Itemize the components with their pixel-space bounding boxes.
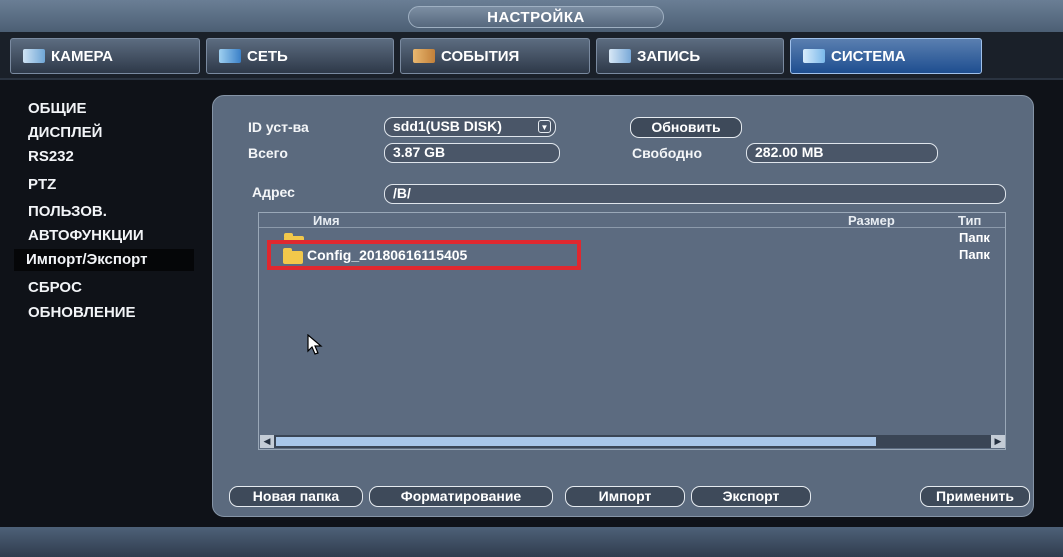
events-icon	[413, 49, 435, 63]
tab-record[interactable]: ЗАПИСЬ	[596, 38, 784, 74]
highlight-box	[267, 240, 581, 270]
import-button[interactable]: Импорт	[565, 486, 685, 507]
refresh-button[interactable]: Обновить	[630, 117, 742, 138]
device-id-select[interactable]: sdd1(USB DISK) ▼	[384, 117, 556, 137]
column-type-header[interactable]: Тип	[958, 213, 981, 228]
sidebar-item-import-export[interactable]: Импорт/Экспорт	[14, 249, 194, 271]
sidebar-item-update[interactable]: ОБНОВЛЕНИЕ	[28, 302, 136, 324]
format-button[interactable]: Форматирование	[369, 486, 553, 507]
row-type: Папк	[959, 230, 990, 245]
tab-label: ЗАПИСЬ	[637, 47, 701, 65]
device-id-label: ID уст-ва	[248, 119, 309, 135]
sidebar-item-general[interactable]: ОБЩИЕ	[28, 98, 87, 120]
apply-button[interactable]: Применить	[920, 486, 1030, 507]
device-id-value: sdd1(USB DISK)	[393, 118, 502, 134]
tab-events[interactable]: СОБЫТИЯ	[400, 38, 590, 74]
column-size-header[interactable]: Размер	[848, 213, 895, 228]
scrollbar-thumb[interactable]	[276, 437, 876, 446]
sidebar-item-ptz[interactable]: PTZ	[28, 174, 56, 196]
address-field[interactable]: /B/	[384, 184, 1006, 204]
new-folder-button[interactable]: Новая папка	[229, 486, 363, 507]
address-label: Адрес	[252, 184, 295, 200]
tab-label: СЕТЬ	[247, 47, 288, 65]
total-label: Всего	[248, 145, 288, 161]
network-icon	[219, 49, 241, 63]
header-divider	[259, 227, 1005, 228]
free-value: 282.00 MB	[746, 143, 938, 163]
chevron-down-icon: ▼	[538, 120, 551, 133]
scroll-left-icon[interactable]: ◀	[260, 435, 274, 448]
column-name-header[interactable]: Имя	[313, 213, 340, 228]
cursor-icon	[307, 334, 323, 355]
record-icon	[609, 49, 631, 63]
tab-camera[interactable]: КАМЕРА	[10, 38, 200, 74]
sidebar-item-reset[interactable]: СБРОС	[28, 277, 82, 299]
tab-label: СИСТЕМА	[831, 47, 906, 65]
sidebar-item-autofunctions[interactable]: АВТОФУНКЦИИ	[28, 225, 144, 247]
window-title: НАСТРОЙКА	[408, 6, 664, 28]
export-button[interactable]: Экспорт	[691, 486, 811, 507]
total-value: 3.87 GB	[384, 143, 560, 163]
sidebar-item-display[interactable]: ДИСПЛЕЙ	[28, 122, 102, 144]
tab-system[interactable]: СИСТЕМА	[790, 38, 982, 74]
free-label: Свободно	[632, 145, 702, 161]
tab-network[interactable]: СЕТЬ	[206, 38, 394, 74]
sidebar-item-users[interactable]: ПОЛЬЗОВ.	[28, 201, 107, 223]
status-bar	[0, 527, 1063, 557]
row-type: Папк	[959, 247, 990, 262]
tab-label: СОБЫТИЯ	[441, 47, 520, 65]
scroll-right-icon[interactable]: ▶	[991, 435, 1005, 448]
sidebar-item-rs232[interactable]: RS232	[28, 146, 74, 168]
camera-icon	[23, 49, 45, 63]
system-icon	[803, 49, 825, 63]
tab-label: КАМЕРА	[51, 47, 114, 65]
